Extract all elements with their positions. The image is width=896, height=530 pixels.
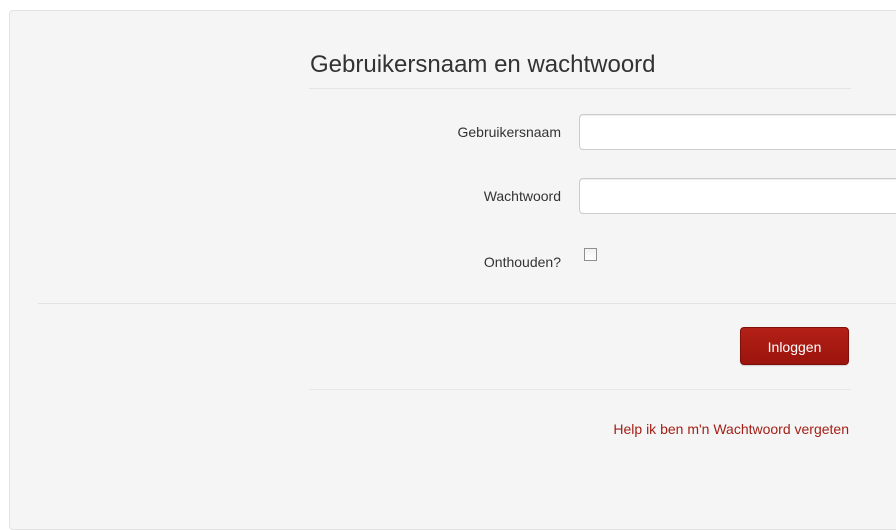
password-input[interactable] (579, 178, 896, 214)
username-input[interactable] (579, 114, 896, 150)
form-legend: Gebruikersnaam en wachtwoord (310, 51, 656, 78)
legend-divider (309, 88, 851, 89)
form-actions-divider (38, 303, 896, 304)
password-label: Wachtwoord (483, 188, 561, 204)
remember-checkbox[interactable] (584, 248, 597, 261)
help-divider (309, 389, 851, 390)
remember-label: Onthouden? (483, 254, 561, 270)
username-label: Gebruikersnaam (457, 124, 562, 140)
login-button[interactable]: Inloggen (740, 327, 849, 365)
forgot-password-link[interactable]: Help ik ben m'n Wachtwoord vergeten (451, 419, 849, 439)
